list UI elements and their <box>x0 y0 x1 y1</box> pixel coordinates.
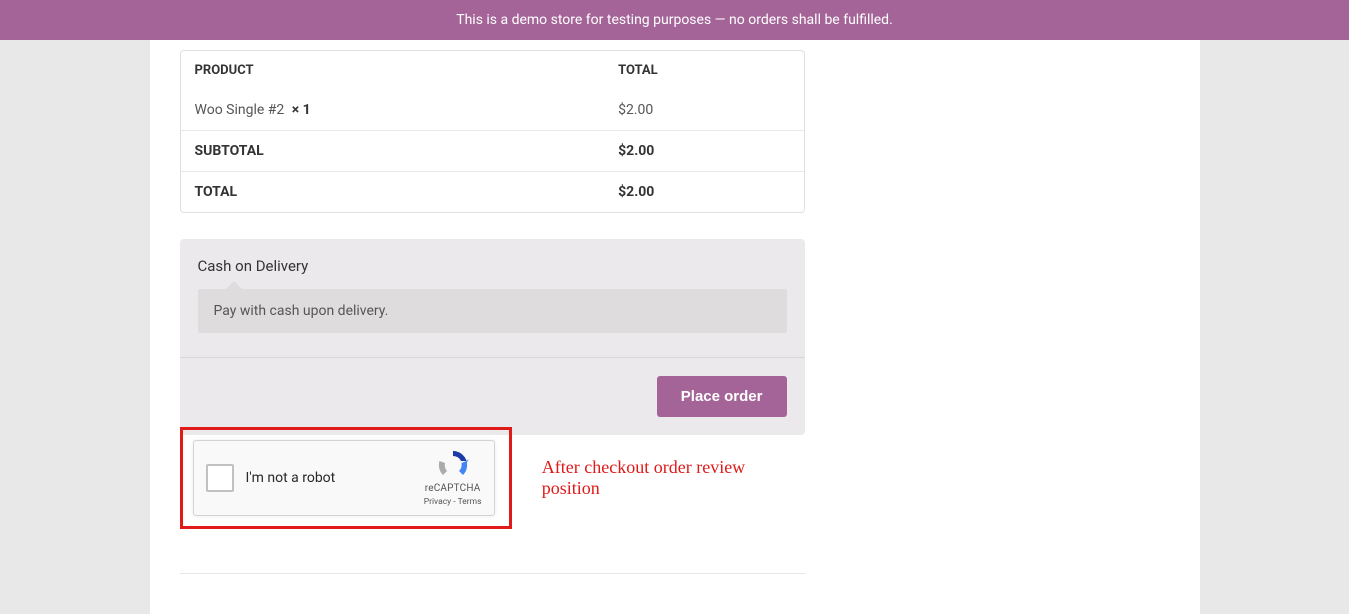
table-row: Woo Single #2 × 1 $2.00 <box>181 90 804 131</box>
subtotal-value: $2.00 <box>618 143 654 159</box>
annotation-label: After checkout order review position <box>542 457 805 499</box>
payment-actions: Place order <box>180 357 805 435</box>
total-row: TOTAL $2.00 <box>181 172 804 212</box>
page-container: PRODUCT TOTAL Woo Single #2 × 1 $2.00 SU… <box>150 40 1200 614</box>
header-product: PRODUCT <box>181 51 605 90</box>
total-value-cell: $2.00 <box>604 172 803 212</box>
payment-method: Cash on Delivery Pay with cash upon deli… <box>180 239 805 337</box>
recaptcha-branding: reCAPTCHA Privacy - Terms <box>424 449 482 507</box>
banner-text: This is a demo store for testing purpose… <box>456 12 893 28</box>
product-quantity: × 1 <box>292 102 311 118</box>
checkout-content: PRODUCT TOTAL Woo Single #2 × 1 $2.00 SU… <box>180 40 805 574</box>
order-review-table: PRODUCT TOTAL Woo Single #2 × 1 $2.00 SU… <box>180 50 805 213</box>
section-divider <box>180 573 805 574</box>
product-price: $2.00 <box>618 102 653 118</box>
place-order-button[interactable]: Place order <box>657 376 787 417</box>
total-value: $2.00 <box>618 184 654 200</box>
total-label: TOTAL <box>181 172 605 212</box>
recaptcha-widget: I'm not a robot reCAPTCHA <box>193 440 495 516</box>
recaptcha-links: Privacy - Terms <box>424 497 482 507</box>
table-header-row: PRODUCT TOTAL <box>181 51 804 90</box>
subtotal-row: SUBTOTAL $2.00 <box>181 131 804 172</box>
product-cell: Woo Single #2 × 1 <box>181 90 605 131</box>
payment-method-description: Pay with cash upon delivery. <box>198 289 787 333</box>
recaptcha-terms-link[interactable]: Terms <box>458 497 482 507</box>
recaptcha-privacy-link[interactable]: Privacy <box>424 497 451 507</box>
payment-method-title: Cash on Delivery <box>198 257 787 275</box>
recaptcha-logo-icon <box>437 449 469 481</box>
product-price-cell: $2.00 <box>604 90 803 131</box>
subtotal-value-cell: $2.00 <box>604 131 803 172</box>
payment-section: Cash on Delivery Pay with cash upon deli… <box>180 239 805 435</box>
product-name: Woo Single #2 <box>195 102 285 118</box>
subtotal-label: SUBTOTAL <box>181 131 605 172</box>
recaptcha-brand-text: reCAPTCHA <box>424 483 482 495</box>
recaptcha-label: I'm not a robot <box>246 470 336 486</box>
captcha-row: I'm not a robot reCAPTCHA <box>180 427 805 529</box>
recaptcha-checkbox[interactable] <box>206 464 234 492</box>
captcha-highlight-box: I'm not a robot reCAPTCHA <box>180 427 512 529</box>
demo-store-banner: This is a demo store for testing purpose… <box>0 0 1349 40</box>
header-total: TOTAL <box>604 51 803 90</box>
